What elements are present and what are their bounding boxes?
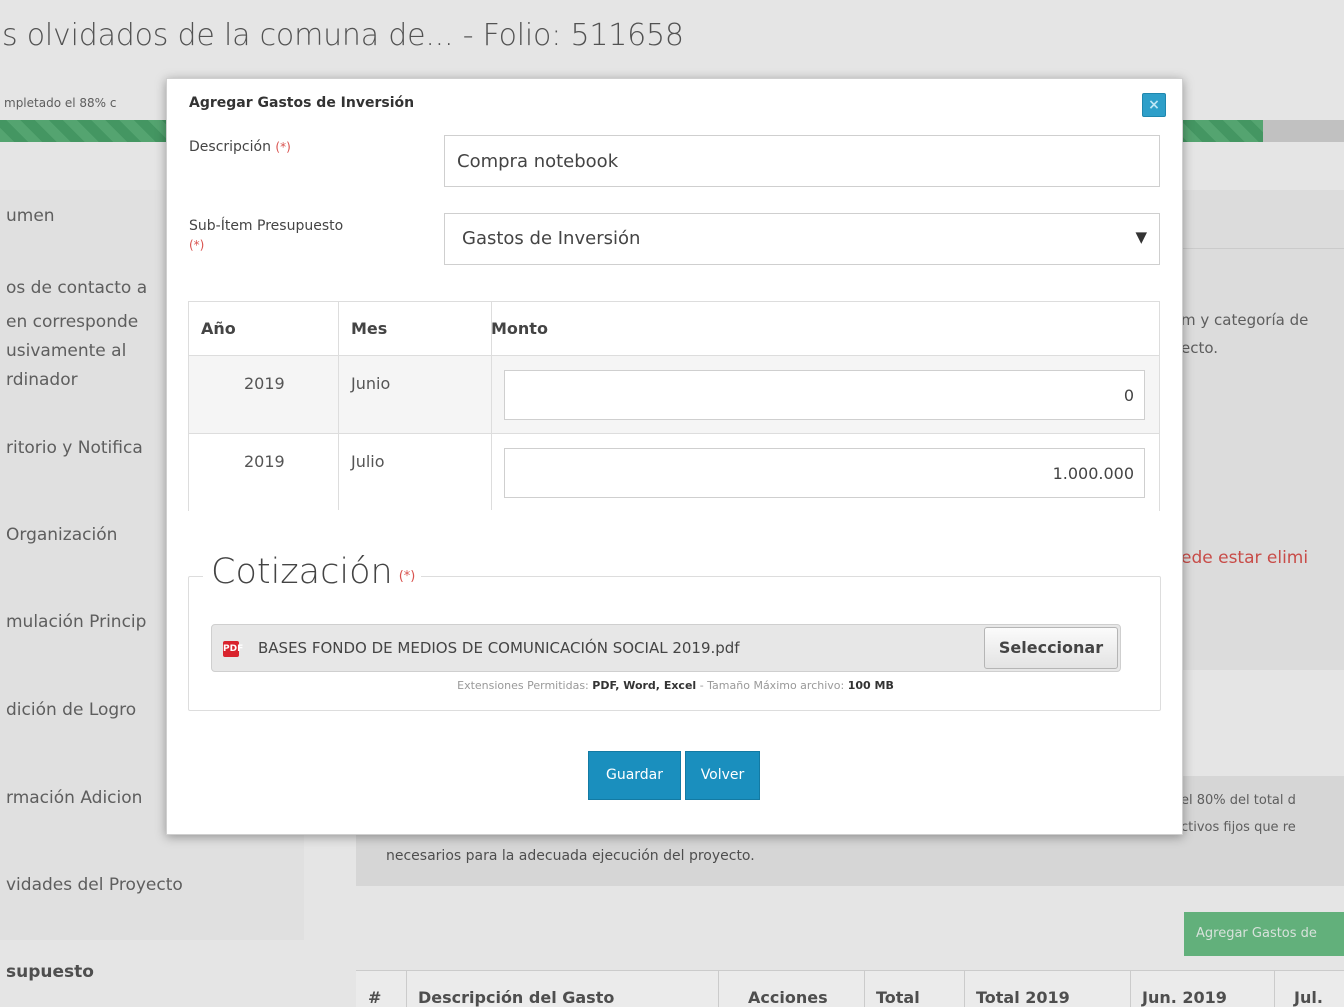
year-cell: 2019 (244, 452, 285, 471)
subitem-select[interactable]: Gastos de Inversión ▼ (444, 213, 1160, 265)
subitem-label-text: Sub-Ítem Presupuesto (189, 218, 344, 234)
amount-input-julio[interactable] (504, 448, 1145, 498)
back-button[interactable]: Volver (685, 751, 760, 800)
column-header-year: Año (201, 319, 236, 338)
column-divider (491, 302, 492, 510)
modal-title: Agregar Gastos de Inversión (189, 95, 415, 111)
required-mark: (*) (189, 238, 205, 252)
required-mark: (*) (398, 569, 416, 584)
subitem-label: Sub-Ítem Presupuesto (*) (189, 217, 343, 255)
table-row: 2019 Julio (189, 434, 1159, 512)
column-header-month: Mes (351, 319, 388, 338)
close-icon: × (1148, 97, 1160, 113)
month-cell: Junio (351, 374, 391, 393)
description-label: Descripción (*) (189, 138, 291, 157)
hint-types: PDF, Word, Excel (592, 679, 697, 692)
hint-size: 100 MB (847, 679, 894, 692)
hint-prefix: Extensiones Permitidas: (457, 679, 589, 692)
upload-hint: Extensiones Permitidas: PDF, Word, Excel… (167, 679, 1184, 692)
description-input[interactable] (444, 135, 1160, 187)
column-divider (338, 302, 339, 510)
cotizacion-legend: Cotización (*) (203, 552, 422, 592)
column-header-amount: Monto (491, 319, 548, 338)
add-investment-expense-modal: Agregar Gastos de Inversión × Descripció… (166, 78, 1183, 835)
required-mark: (*) (275, 140, 291, 154)
monthly-amounts-table: Año Mes Monto 2019 Junio 2019 Julio (188, 301, 1160, 512)
table-row: 2019 Junio (189, 356, 1159, 434)
pdf-file-icon: PDF (223, 641, 243, 657)
amount-input-junio[interactable] (504, 370, 1145, 420)
save-button[interactable]: Guardar (588, 751, 681, 800)
cotizacion-title: Cotización (211, 552, 393, 592)
hint-mid: - Tamaño Máximo archivo: (699, 679, 845, 692)
chevron-down-icon: ▼ (1135, 228, 1147, 246)
year-cell: 2019 (244, 374, 285, 393)
close-button[interactable]: × (1142, 93, 1166, 117)
description-label-text: Descripción (189, 139, 271, 155)
file-upload-field[interactable]: PDF BASES FONDO DE MEDIOS DE COMUNICACIÓ… (211, 624, 1121, 672)
selected-file-name: BASES FONDO DE MEDIOS DE COMUNICACIÓN SO… (258, 639, 740, 657)
table-header: Año Mes Monto (189, 302, 1159, 356)
month-cell: Julio (351, 452, 385, 471)
subitem-selected-value: Gastos de Inversión (462, 228, 641, 249)
select-file-button[interactable]: Seleccionar (984, 627, 1118, 669)
